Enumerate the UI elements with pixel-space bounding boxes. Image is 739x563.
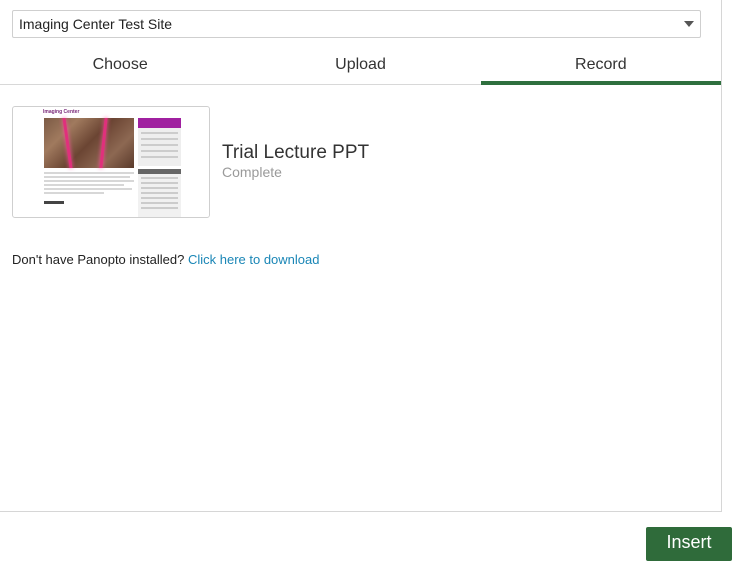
session-status: Complete <box>222 164 282 180</box>
thumbnail-heading <box>44 201 64 204</box>
download-link[interactable]: Click here to download <box>188 252 320 267</box>
tab-bar: Choose Upload Record <box>0 50 722 85</box>
download-prompt-text: Don't have Panopto installed? <box>12 252 185 267</box>
session-item[interactable]: Imaging Center Trial Lecture PPT Complet… <box>12 106 452 218</box>
thumbnail-contact-box <box>138 169 181 217</box>
thumbnail-sidebar <box>138 118 181 166</box>
thumbnail-glow <box>62 118 73 168</box>
thumbnail-photo <box>44 118 134 168</box>
thumbnail-site-title: Imaging Center <box>43 109 80 115</box>
chevron-down-icon <box>684 21 694 27</box>
session-thumbnail[interactable]: Imaging Center <box>12 106 210 218</box>
insert-button[interactable]: Insert <box>646 527 732 561</box>
tab-record[interactable]: Record <box>480 50 722 85</box>
tab-choose[interactable]: Choose <box>0 50 240 84</box>
session-title[interactable]: Trial Lecture PPT <box>222 142 369 164</box>
tab-upload[interactable]: Upload <box>240 50 480 84</box>
folder-select[interactable]: Imaging Center Test Site <box>12 10 701 38</box>
thumbnail-glow <box>99 118 108 168</box>
download-prompt: Don't have Panopto installed? Click here… <box>12 252 319 267</box>
thumbnail-text-lines <box>44 172 134 196</box>
embed-panel: Imaging Center Test Site Choose Upload R… <box>0 0 722 512</box>
folder-select-value: Imaging Center Test Site <box>19 16 173 32</box>
